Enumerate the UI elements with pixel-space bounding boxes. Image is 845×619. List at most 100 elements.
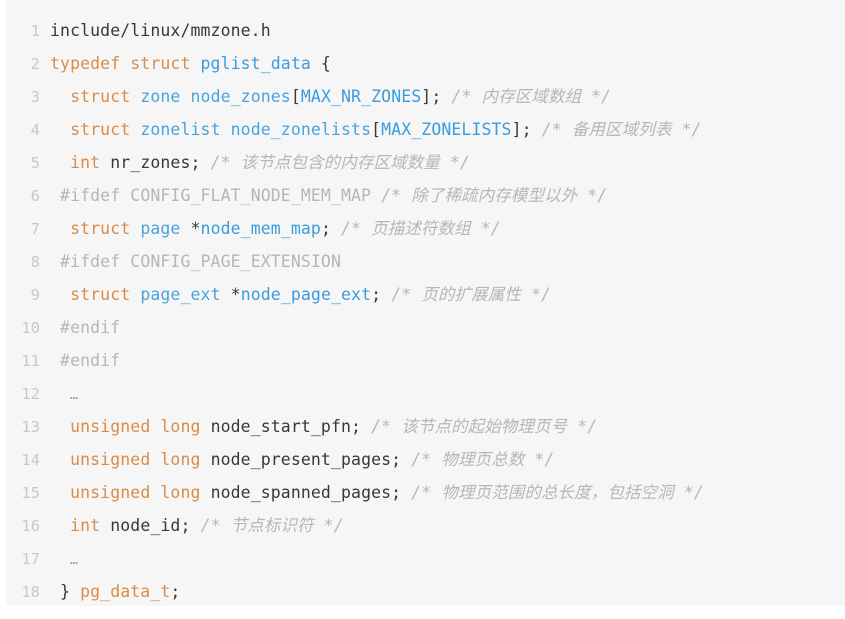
code-token: [ — [290, 87, 301, 106]
code-token: page_ext — [140, 285, 231, 304]
line-number: 15 — [21, 484, 40, 502]
code-line[interactable]: 12 … — [6, 377, 845, 410]
line-number: 18 — [21, 583, 40, 601]
code-line[interactable]: 4 struct zonelist node_zonelists[MAX_ZON… — [6, 113, 845, 146]
code-token: struct — [70, 120, 141, 139]
line-content[interactable]: unsigned long node_start_pfn; /* 该节点的起始物… — [50, 410, 597, 443]
code-token: node_start_pfn; — [200, 417, 372, 436]
line-content[interactable]: typedef struct pglist_data { — [50, 47, 331, 80]
line-content[interactable]: #endif — [50, 344, 120, 377]
code-token: #ifdef CONFIG_FLAT_NODE_MEM_MAP — [60, 186, 382, 205]
code-token: … — [70, 388, 79, 403]
code-line[interactable]: 7 struct page *node_mem_map; /* 页描述符数组 *… — [6, 212, 845, 245]
line-content[interactable]: struct zonelist node_zonelists[MAX_ZONEL… — [50, 113, 702, 146]
code-token: node_present_pages; — [200, 450, 412, 469]
code-block: 1 include/linux/mmzone.h 2 typedef struct p… — [6, 0, 845, 606]
code-token: int — [70, 516, 101, 535]
line-content[interactable]: include/linux/mmzone.h — [50, 14, 271, 47]
line-content[interactable]: #ifdef CONFIG_PAGE_EXTENSION — [50, 245, 341, 278]
line-number: 17 — [21, 550, 40, 568]
code-line[interactable]: 6 #ifdef CONFIG_FLAT_NODE_MEM_MAP /* 除了稀… — [6, 179, 845, 212]
line-number: 7 — [30, 220, 40, 238]
code-line[interactable]: 11 #endif — [6, 344, 845, 377]
code-token: ]; — [511, 120, 542, 139]
code-token: #endif — [60, 318, 121, 337]
line-number: 5 — [30, 154, 40, 172]
code-token: page — [140, 219, 191, 238]
code-line[interactable]: 15 unsigned long node_spanned_pages; /* … — [6, 476, 845, 509]
code-line[interactable]: 9 struct page_ext *node_page_ext; /* 页的扩… — [6, 278, 845, 311]
line-number: 11 — [21, 352, 40, 370]
code-token: unsigned long — [70, 483, 201, 502]
code-token: /* 该节点包含的内存区域数量 */ — [210, 153, 470, 172]
code-token: nr_zones; — [100, 153, 211, 172]
line-content[interactable]: #ifdef CONFIG_FLAT_NODE_MEM_MAP /* 除了稀疏内… — [50, 179, 607, 212]
line-number: 14 — [21, 451, 40, 469]
line-content[interactable]: struct page *node_mem_map; /* 页描述符数组 */ — [50, 212, 501, 245]
code-token: /* 备用区域列表 */ — [541, 120, 702, 139]
code-line[interactable]: 16 int node_id; /* 节点标识符 */ — [6, 509, 845, 542]
line-number: 2 — [30, 55, 40, 73]
code-token: /* 物理页范围的总长度，包括空洞 */ — [411, 483, 704, 502]
code-token: /* 内存区域数组 */ — [451, 87, 612, 106]
code-token: * — [230, 285, 241, 304]
code-token: node_id; — [100, 516, 201, 535]
code-token: /* 该节点的起始物理页号 */ — [371, 417, 598, 436]
code-token: node_spanned_pages; — [200, 483, 412, 502]
line-content[interactable]: } pg_data_t; — [50, 575, 180, 608]
code-token: #endif — [60, 351, 121, 370]
code-token: /* 除了稀疏内存模型以外 */ — [381, 186, 608, 205]
code-token: [ — [371, 120, 382, 139]
code-line[interactable]: 17 … — [6, 542, 845, 575]
code-token: #ifdef CONFIG_PAGE_EXTENSION — [60, 252, 341, 271]
code-token: /* 页的扩展属性 */ — [391, 285, 552, 304]
code-line[interactable]: 5 int nr_zones; /* 该节点包含的内存区域数量 */ — [6, 146, 845, 179]
line-number: 1 — [30, 22, 40, 40]
code-token: MAX_NR_ZONES — [300, 87, 422, 106]
code-line[interactable]: 18 } pg_data_t; — [6, 575, 845, 608]
code-line[interactable]: 3 struct zone node_zones[MAX_NR_ZONES]; … — [6, 80, 845, 113]
code-token: node_mem_map — [200, 219, 321, 238]
line-content[interactable]: … — [50, 377, 78, 412]
code-line[interactable]: 1 include/linux/mmzone.h — [6, 14, 845, 47]
code-token: { — [310, 54, 331, 73]
code-token: ; — [371, 285, 392, 304]
line-content[interactable]: int node_id; /* 节点标识符 */ — [50, 509, 344, 542]
line-content[interactable]: unsigned long node_spanned_pages; /* 物理页… — [50, 476, 704, 509]
line-content[interactable]: int nr_zones; /* 该节点包含的内存区域数量 */ — [50, 146, 470, 179]
line-content[interactable]: struct zone node_zones[MAX_NR_ZONES]; /*… — [50, 80, 611, 113]
line-number: 16 — [21, 517, 40, 535]
code-token: unsigned long — [70, 417, 201, 436]
code-line[interactable]: 2 typedef struct pglist_data { — [6, 47, 845, 80]
code-line[interactable]: 8 #ifdef CONFIG_PAGE_EXTENSION — [6, 245, 845, 278]
code-token: } — [50, 582, 81, 601]
code-token: MAX_ZONELISTS — [381, 120, 512, 139]
line-content[interactable]: … — [50, 542, 78, 577]
code-token: /* 物理页总数 */ — [411, 450, 555, 469]
line-content[interactable]: struct page_ext *node_page_ext; /* 页的扩展属… — [50, 278, 551, 311]
code-line[interactable]: 13 unsigned long node_start_pfn; /* 该节点的… — [6, 410, 845, 443]
line-content[interactable]: #endif — [50, 311, 120, 344]
code-token: node_page_ext — [240, 285, 372, 304]
code-token: /* 页描述符数组 */ — [341, 219, 501, 238]
code-line[interactable]: 10 #endif — [6, 311, 845, 344]
line-content[interactable]: unsigned long node_present_pages; /* 物理页… — [50, 443, 554, 476]
code-line[interactable]: 14 unsigned long node_present_pages; /* … — [6, 443, 845, 476]
code-token: include/linux/mmzone.h — [50, 21, 271, 40]
code-token: * — [190, 219, 201, 238]
line-number: 6 — [30, 187, 40, 205]
